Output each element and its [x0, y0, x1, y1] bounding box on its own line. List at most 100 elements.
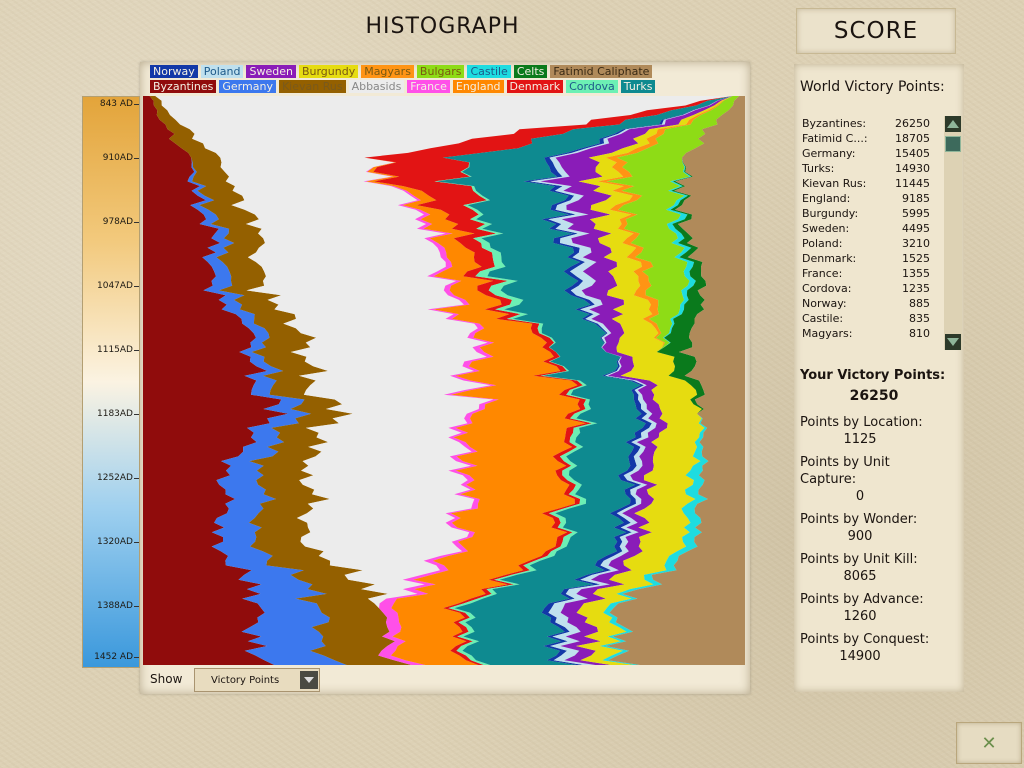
- civ-points: 18705: [895, 132, 930, 145]
- civ-name: Sweden:: [802, 222, 850, 235]
- civ-points: 835: [909, 312, 930, 325]
- world-victory-scrollbar[interactable]: [944, 116, 962, 350]
- timeline-tick: 1320AD: [83, 537, 139, 547]
- scroll-down-icon[interactable]: [945, 334, 961, 350]
- legend-burgundy[interactable]: Burgundy: [298, 65, 359, 78]
- world-victory-row: Magyars: 810: [802, 326, 930, 341]
- world-victory-row: England: 9185: [802, 191, 930, 206]
- points-capture-value: 0: [855, 489, 865, 504]
- points-capture-label: Points by Unit Capture:: [800, 455, 890, 487]
- legend-germany[interactable]: Germany: [219, 80, 276, 93]
- points-conquest-value: 14900: [839, 649, 881, 664]
- legend-abbasids[interactable]: Abbasids: [348, 80, 405, 93]
- civ-points: 1235: [902, 282, 930, 295]
- points-location-label: Points by Location:: [800, 415, 923, 430]
- legend-fatimid-caliphate[interactable]: Fatimid Caliphate: [550, 65, 653, 78]
- legend-norway[interactable]: Norway: [150, 65, 198, 78]
- show-dropdown[interactable]: Victory Points: [194, 668, 320, 692]
- legend-cordova[interactable]: Cordova: [566, 80, 618, 93]
- world-victory-title: World Victory Points:: [800, 79, 945, 95]
- world-victory-row: Fatimid C...: 18705: [802, 131, 930, 146]
- timeline-tick: 1388AD: [83, 601, 139, 611]
- world-victory-row: Sweden: 4495: [802, 221, 930, 236]
- civ-points: 26250: [895, 117, 930, 130]
- world-victory-row: Turks: 14930: [802, 161, 930, 176]
- timeline-tick: 978AD: [83, 217, 139, 227]
- world-victory-row: Burgundy: 5995: [802, 206, 930, 221]
- points-kill-value: 8065: [843, 569, 877, 584]
- timeline-tick: 1183AD: [83, 409, 139, 419]
- points-conquest: Points by Conquest: 14900: [800, 631, 950, 665]
- legend-bulgars[interactable]: Bulgars: [416, 65, 465, 78]
- timeline-tick: 1252AD: [83, 473, 139, 483]
- chevron-down-icon[interactable]: [300, 671, 318, 689]
- civ-name: Magyars:: [802, 327, 853, 340]
- world-victory-row: Denmark: 1525: [802, 251, 930, 266]
- civ-name: Burgundy:: [802, 207, 859, 220]
- points-location-value: 1125: [843, 432, 877, 447]
- points-advance-value: 1260: [843, 609, 877, 624]
- civ-points: 3210: [902, 237, 930, 250]
- civ-name: Norway:: [802, 297, 847, 310]
- legend-poland[interactable]: Poland: [200, 65, 244, 78]
- your-victory-value: 26250: [849, 388, 899, 404]
- civ-points: 1525: [902, 252, 930, 265]
- points-advance-label: Points by Advance:: [800, 592, 924, 607]
- civ-points: 11445: [895, 177, 930, 190]
- timeline-tick: 843 AD: [83, 99, 139, 109]
- civ-points: 1355: [902, 267, 930, 280]
- x-icon: ✕: [981, 732, 997, 754]
- points-wonder-label: Points by Wonder:: [800, 512, 918, 527]
- legend-row-2: Byzantines Germany Kievan Rus Abbasids Franc…: [150, 80, 656, 93]
- world-victory-row: France: 1355: [802, 266, 930, 281]
- your-victory-title: Your Victory Points:: [800, 368, 946, 383]
- timeline-tick: 910AD: [83, 153, 139, 163]
- show-label: Show: [150, 672, 183, 686]
- civ-name: Byzantines:: [802, 117, 867, 130]
- legend-denmark[interactable]: Denmark: [506, 80, 564, 93]
- score-side-panel: World Victory Points: Byzantines: 26250 Fa…: [794, 64, 964, 692]
- world-victory-row: Cordova: 1235: [802, 281, 930, 296]
- points-wonder-value: 900: [847, 529, 873, 544]
- legend-turks[interactable]: Turks: [620, 80, 656, 93]
- civ-points: 14930: [895, 162, 930, 175]
- legend-sweden[interactable]: Sweden: [246, 65, 296, 78]
- legend-byzantines[interactable]: Byzantines: [150, 80, 217, 93]
- legend-row-1: Norway Poland Sweden Burgundy Magyars Bulgars…: [150, 65, 653, 78]
- close-button[interactable]: ✕: [956, 722, 1022, 764]
- timeline-tick: 1115AD: [83, 345, 139, 355]
- legend-france[interactable]: France: [407, 80, 450, 93]
- legend-castile[interactable]: Castile: [467, 65, 511, 78]
- scroll-thumb[interactable]: [945, 136, 961, 152]
- civ-name: Denmark:: [802, 252, 857, 265]
- timeline-axis: 843 AD 910AD 978AD 1047AD 1115AD 1183AD 1252AD…: [82, 96, 140, 668]
- histograph-chart: [143, 96, 745, 665]
- civ-name: Castile:: [802, 312, 844, 325]
- civ-points: 885: [909, 297, 930, 310]
- legend-england[interactable]: England: [452, 80, 504, 93]
- civ-name: Fatimid C...:: [802, 132, 868, 145]
- points-advance: Points by Advance: 1260: [800, 591, 950, 625]
- points-conquest-label: Points by Conquest:: [800, 632, 930, 647]
- civ-points: 4495: [902, 222, 930, 235]
- civ-points: 810: [909, 327, 930, 340]
- legend-magyars[interactable]: Magyars: [361, 65, 414, 78]
- civ-points: 9185: [902, 192, 930, 205]
- points-capture: Points by Unit Capture: 0: [800, 454, 910, 505]
- points-wonder: Points by Wonder: 900: [800, 511, 950, 545]
- show-dropdown-value: Victory Points: [211, 674, 280, 686]
- world-victory-row: Germany: 15405: [802, 146, 930, 161]
- points-location: Points by Location: 1125: [800, 414, 950, 448]
- legend-celts[interactable]: Celts: [513, 65, 548, 78]
- civ-name: Poland:: [802, 237, 843, 250]
- world-victory-row: Poland: 3210: [802, 236, 930, 251]
- civ-points: 5995: [902, 207, 930, 220]
- score-tab[interactable]: SCORE: [796, 8, 956, 54]
- scroll-up-icon[interactable]: [945, 116, 961, 132]
- world-victory-row: Norway: 885: [802, 296, 930, 311]
- civ-name: Kievan Rus:: [802, 177, 867, 190]
- legend-kievan-rus[interactable]: Kievan Rus: [278, 80, 346, 93]
- civ-name: Turks:: [802, 162, 835, 175]
- points-kill-label: Points by Unit Kill:: [800, 552, 918, 567]
- world-victory-list: Byzantines: 26250 Fatimid C...: 18705 German…: [802, 116, 930, 341]
